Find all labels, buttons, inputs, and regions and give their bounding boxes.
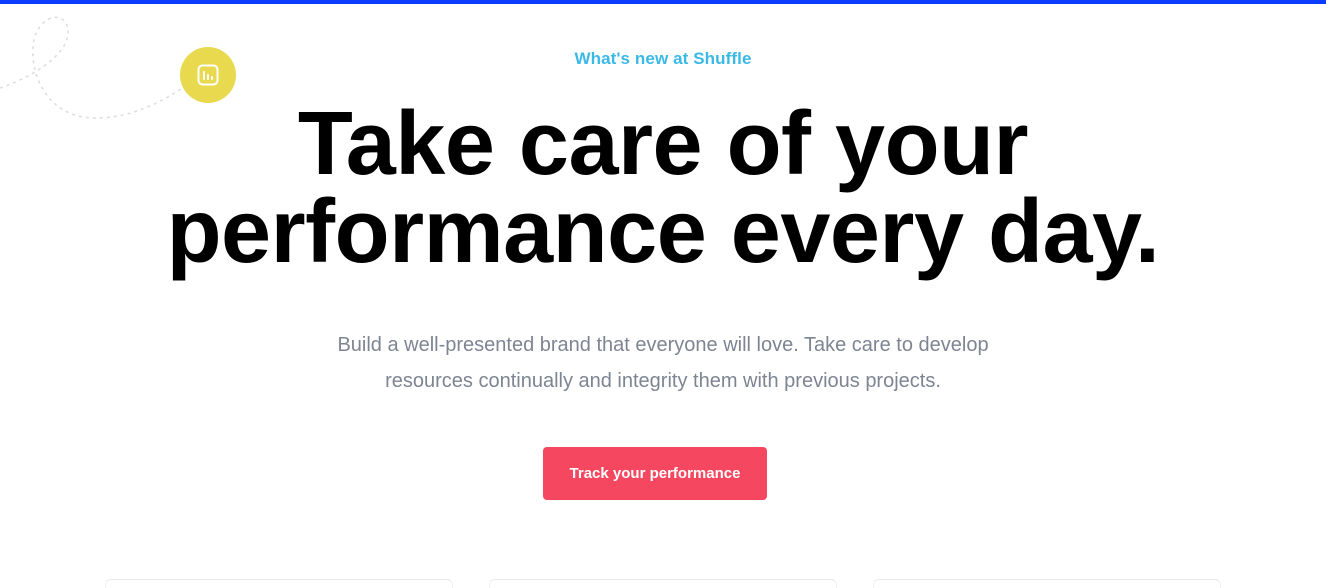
feature-card <box>873 579 1221 588</box>
subtext-line-1: Build a well-presented brand that everyo… <box>337 334 989 356</box>
headline-line-1: Take care of your <box>297 94 1029 194</box>
subtext-line-2: resources continually and integrity them… <box>385 370 941 392</box>
headline-line-2: performance every day. <box>166 182 1160 282</box>
track-performance-button[interactable]: Track your performance <box>543 447 767 500</box>
hero-subtext: Build a well-presented brand that everyo… <box>300 327 1026 399</box>
feature-card <box>489 579 837 588</box>
eyebrow-label: What's new at Shuffle <box>574 49 752 68</box>
hero-headline: Take care of your performance every day. <box>0 99 1326 277</box>
feature-card <box>105 579 453 588</box>
